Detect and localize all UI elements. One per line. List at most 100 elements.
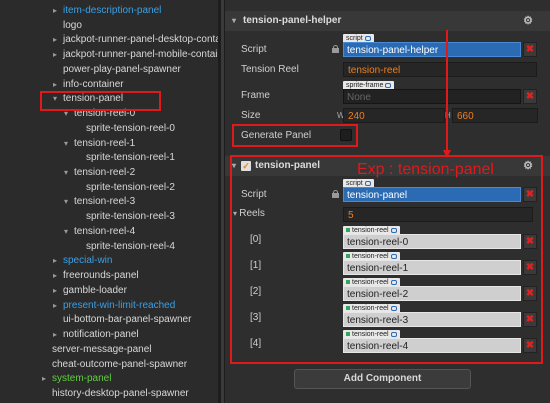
hierarchy-item-label: sprite-tension-reel-1 bbox=[86, 152, 175, 164]
hierarchy-item-label: notification-panel bbox=[63, 329, 139, 341]
hierarchy-item-label: sprite-tension-reel-2 bbox=[86, 181, 175, 193]
expand-down-icon[interactable]: ▾ bbox=[62, 137, 70, 151]
clear-reel-button[interactable]: ✖ bbox=[523, 338, 537, 353]
reel-field[interactable]: tension-reel-4 bbox=[343, 338, 521, 353]
link-icon bbox=[390, 306, 397, 311]
hierarchy-item[interactable]: ▸ item-description-panel bbox=[0, 4, 218, 18]
hierarchy-item[interactable]: logo bbox=[0, 19, 218, 33]
panel-script-field[interactable]: tension-panel bbox=[343, 187, 521, 202]
clear-reel-button[interactable]: ✖ bbox=[523, 312, 537, 327]
hierarchy-item-label: logo bbox=[63, 19, 82, 31]
hierarchy-item[interactable]: ▾ tension-reel-3 bbox=[0, 195, 218, 209]
node-type-icon bbox=[346, 280, 350, 284]
hierarchy-scrollbar[interactable] bbox=[221, 0, 224, 403]
clear-reel-button[interactable]: ✖ bbox=[523, 286, 537, 301]
expand-right-icon[interactable]: ▸ bbox=[51, 78, 59, 92]
size-height-field[interactable]: 660 bbox=[452, 108, 538, 123]
expand-right-icon[interactable]: ▸ bbox=[51, 328, 59, 342]
generate-panel-checkbox[interactable] bbox=[340, 129, 352, 141]
expand-down-icon[interactable]: ▾ bbox=[62, 225, 70, 239]
helper-script-field[interactable]: tension-panel-helper bbox=[343, 42, 521, 57]
hierarchy-item[interactable]: ▸ notification-panel bbox=[0, 328, 218, 342]
helper-component-header[interactable]: ▾ tension-panel-helper ⚙ bbox=[225, 11, 550, 31]
hierarchy-item[interactable]: ▸ gamble-loader bbox=[0, 284, 218, 298]
collapse-icon[interactable]: ▾ bbox=[232, 11, 236, 31]
expand-down-icon[interactable]: ▾ bbox=[62, 166, 70, 180]
reel-index-label: [3] bbox=[250, 312, 262, 323]
clear-reel-button[interactable]: ✖ bbox=[523, 234, 537, 249]
hierarchy-item[interactable]: ▸ info-container bbox=[0, 78, 218, 92]
hierarchy-item[interactable]: sprite-tension-reel-1 bbox=[0, 151, 218, 165]
hierarchy-item[interactable]: sprite-tension-reel-3 bbox=[0, 210, 218, 224]
hierarchy-item[interactable]: ▾ tension-reel-4 bbox=[0, 225, 218, 239]
reel-field[interactable]: tension-reel-2 bbox=[343, 286, 521, 301]
reel-field[interactable]: tension-reel-1 bbox=[343, 260, 521, 275]
frame-field[interactable]: None bbox=[343, 89, 521, 104]
expand-down-icon[interactable]: ▾ bbox=[62, 195, 70, 209]
hierarchy-item-label: history-desktop-panel-spawner bbox=[52, 387, 189, 399]
hierarchy-item-label: system-panel bbox=[52, 373, 112, 385]
reels-count-field[interactable]: 5 bbox=[343, 207, 533, 222]
clear-script-button[interactable]: ✖ bbox=[523, 42, 537, 57]
hierarchy-item[interactable]: ▾ tension-reel-1 bbox=[0, 137, 218, 151]
reel-field[interactable]: tension-reel-3 bbox=[343, 312, 521, 327]
lock-icon bbox=[332, 190, 339, 198]
frame-label: Frame bbox=[241, 90, 270, 101]
size-h-axis: H bbox=[445, 111, 451, 120]
clear-frame-button[interactable]: ✖ bbox=[523, 89, 537, 104]
clear-script-button[interactable]: ✖ bbox=[523, 187, 537, 202]
hierarchy-item[interactable]: ▸ freerounds-panel bbox=[0, 269, 218, 283]
hierarchy-item[interactable]: sprite-tension-reel-2 bbox=[0, 181, 218, 195]
helper-component-title: tension-panel-helper bbox=[243, 15, 342, 26]
expand-right-icon[interactable]: ▸ bbox=[51, 269, 59, 283]
link-icon bbox=[385, 83, 392, 88]
hierarchy-item-label: tension-reel-3 bbox=[74, 196, 136, 208]
hierarchy-item[interactable]: power-play-panel-spawner bbox=[0, 63, 218, 77]
hierarchy-item[interactable]: ▸ special-win bbox=[0, 254, 218, 268]
hierarchy-item[interactable]: history-desktop-panel-spawner bbox=[0, 387, 218, 401]
hierarchy-panel: ▸ item-description-panel logo ▸ jackpot-runn… bbox=[0, 0, 218, 403]
expand-right-icon[interactable]: ▸ bbox=[51, 254, 59, 268]
expand-right-icon[interactable]: ▸ bbox=[40, 372, 48, 386]
hierarchy-item[interactable]: ▸ present-win-limit-reached bbox=[0, 299, 218, 313]
add-component-button[interactable]: Add Component bbox=[294, 369, 471, 389]
hierarchy-item[interactable]: server-message-panel bbox=[0, 343, 218, 357]
reel-index-label: [2] bbox=[250, 286, 262, 297]
hierarchy-item-label: sprite-tension-reel-3 bbox=[86, 211, 175, 223]
link-icon bbox=[390, 280, 397, 285]
hierarchy-item[interactable]: cheat-outcome-panel-spawner bbox=[0, 358, 218, 372]
expand-right-icon[interactable]: ▸ bbox=[51, 48, 59, 62]
hierarchy-item-label: special-win bbox=[63, 255, 113, 267]
hierarchy-highlight-box bbox=[40, 91, 161, 111]
reel-field[interactable]: tension-reel-0 bbox=[343, 234, 521, 249]
expand-right-icon[interactable]: ▸ bbox=[51, 299, 59, 313]
hierarchy-item[interactable]: ▸ jackpot-runner-panel-mobile-container bbox=[0, 48, 218, 62]
annotation-text: Exp : tension-panel bbox=[357, 161, 494, 178]
hierarchy-item-label: ui-bottom-bar-panel-spawner bbox=[63, 314, 192, 326]
reel-index-label: [0] bbox=[250, 234, 262, 245]
inspector-panel: ▾ tension-panel-helper ⚙ Script script t… bbox=[225, 0, 550, 403]
hierarchy-item[interactable]: sprite-tension-reel-4 bbox=[0, 240, 218, 254]
size-width-field[interactable]: 240 bbox=[343, 108, 445, 123]
hierarchy-item[interactable]: ▾ tension-reel-2 bbox=[0, 166, 218, 180]
hierarchy-item[interactable]: sprite-tension-reel-0 bbox=[0, 122, 218, 136]
link-icon bbox=[364, 36, 371, 41]
clear-reel-button[interactable]: ✖ bbox=[523, 260, 537, 275]
reels-label: ▾ Reels bbox=[233, 208, 265, 219]
tension-reel-field[interactable]: tension-reel bbox=[343, 62, 537, 77]
expand-right-icon[interactable]: ▸ bbox=[51, 4, 59, 18]
hierarchy-item-label: server-message-panel bbox=[52, 343, 152, 355]
hierarchy-item[interactable]: ui-bottom-bar-panel-spawner bbox=[0, 313, 218, 327]
node-type-icon bbox=[346, 332, 350, 336]
hierarchy-item-label: present-win-limit-reached bbox=[63, 299, 176, 311]
node-type-icon bbox=[346, 228, 350, 232]
hierarchy-item[interactable]: ▸ system-panel bbox=[0, 372, 218, 386]
expand-right-icon[interactable]: ▸ bbox=[51, 284, 59, 298]
gear-icon[interactable]: ⚙ bbox=[523, 11, 533, 31]
hierarchy-item-label: tension-reel-4 bbox=[74, 225, 136, 237]
hierarchy-item-label: jackpot-runner-panel-desktop-containe bbox=[63, 34, 218, 46]
hierarchy-item[interactable]: ▸ jackpot-runner-panel-desktop-containe bbox=[0, 33, 218, 47]
expand-right-icon[interactable]: ▸ bbox=[51, 33, 59, 47]
size-label: Size bbox=[241, 110, 261, 121]
hierarchy-item-label: tension-reel-1 bbox=[74, 137, 136, 149]
